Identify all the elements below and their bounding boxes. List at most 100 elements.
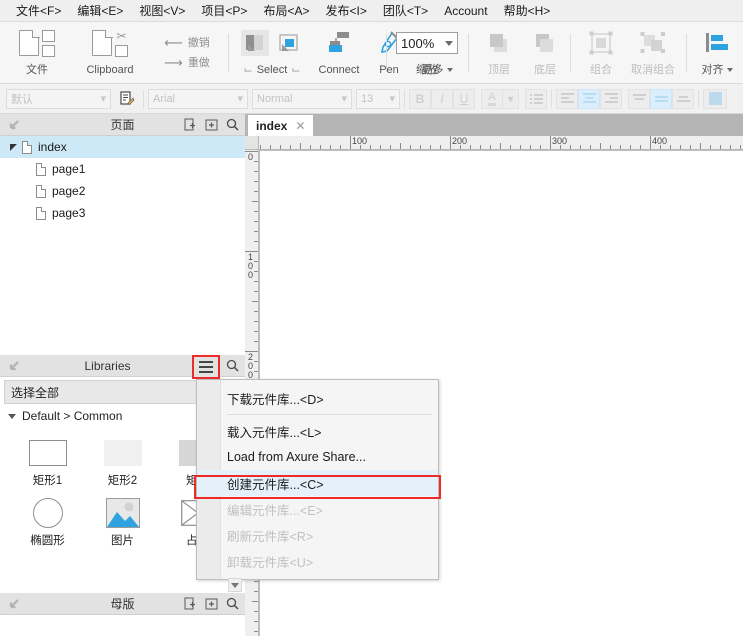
toolbar-back-group[interactable]: 底层 xyxy=(522,22,568,84)
widget-item[interactable]: 矩形1 xyxy=(10,434,85,494)
menu-create-library[interactable]: 创建元件库...<C> xyxy=(197,470,438,496)
menu-file[interactable]: 文件<F> xyxy=(8,0,69,21)
expand-triangle-icon[interactable] xyxy=(6,143,20,152)
toolbar-align-group[interactable]: 对齐 xyxy=(694,22,740,84)
style-select[interactable]: 默认 ▾ xyxy=(6,88,111,109)
chevron-down-icon xyxy=(231,582,239,588)
masters-search-icon[interactable] xyxy=(226,597,239,611)
fill-color-button[interactable] xyxy=(703,88,727,109)
widget-item[interactable]: 矩形2 xyxy=(85,434,160,494)
menu-team[interactable]: 团队<T> xyxy=(375,0,436,21)
libraries-search-icon[interactable] xyxy=(226,359,239,373)
menu-publish[interactable]: 发布<I> xyxy=(317,0,374,21)
paste-icon[interactable] xyxy=(92,29,113,56)
font-weight-select[interactable]: Normal ▾ xyxy=(252,88,352,109)
menu-load-library[interactable]: 载入元件库...<L> xyxy=(197,418,438,444)
ruler-tick xyxy=(254,221,258,222)
toolbar-connect-real[interactable] xyxy=(252,22,308,84)
open-folder-icon[interactable] xyxy=(42,44,55,57)
rectangle-light-icon xyxy=(103,434,142,472)
library-menu-button[interactable] xyxy=(194,357,218,377)
copy-icon[interactable] xyxy=(115,44,128,57)
ruler-tick xyxy=(254,171,258,172)
send-to-back-icon xyxy=(536,34,553,52)
ruler-tick xyxy=(690,145,691,149)
menu-edit[interactable]: 编辑<E> xyxy=(69,0,131,21)
search-icon[interactable] xyxy=(226,118,239,132)
zoom-select[interactable]: 100% xyxy=(396,32,458,54)
ruler-label: 200 xyxy=(247,352,253,380)
canvas-tab-index[interactable]: index ✕ xyxy=(248,115,314,136)
new-file-icon[interactable] xyxy=(19,29,40,56)
toolbar-connect-group-main[interactable]: Connect xyxy=(312,22,366,84)
font-size-select[interactable]: 13 ▾ xyxy=(356,88,400,109)
collapse-arrow-icon[interactable] xyxy=(8,598,20,610)
add-master-icon[interactable] xyxy=(184,597,197,611)
ruler-tick xyxy=(420,145,421,149)
toolbar-group-group[interactable]: 组合 xyxy=(578,22,624,84)
menu-help[interactable]: 帮助<H> xyxy=(496,0,559,21)
menu-download-library[interactable]: 下载元件库...<D> xyxy=(197,385,438,411)
tree-item-page1[interactable]: page1 xyxy=(0,158,245,180)
font-family-select[interactable]: Arial ▾ xyxy=(148,88,248,109)
collapse-arrow-icon[interactable] xyxy=(8,119,20,131)
ruler-tick xyxy=(254,321,258,322)
redo-arrow-icon: ⟶ xyxy=(164,55,183,70)
align-left-button[interactable] xyxy=(556,88,578,109)
page-file-icon xyxy=(36,162,46,176)
page-file-icon xyxy=(36,206,46,220)
ruler-tick xyxy=(520,145,521,149)
save-icon[interactable] xyxy=(42,29,55,42)
style-editor-icon[interactable] xyxy=(115,90,139,107)
ruler-tick xyxy=(510,145,511,149)
add-master-folder-icon[interactable] xyxy=(205,597,218,611)
ruler-corner xyxy=(245,136,259,150)
italic-button[interactable]: I xyxy=(431,88,453,109)
add-page-icon[interactable] xyxy=(184,118,197,132)
toolbar-ungroup-group[interactable]: 取消组合 xyxy=(624,22,682,84)
menu-view[interactable]: 视图<V> xyxy=(131,0,193,21)
redo-button[interactable]: ⟶ 重做 xyxy=(164,55,210,71)
toolbar-align-label: 对齐 xyxy=(701,64,724,76)
menu-load-from-axure-share[interactable]: Load from Axure Share... xyxy=(197,444,438,470)
tree-item-index[interactable]: index xyxy=(0,136,245,158)
ruler-tick xyxy=(260,145,261,149)
toolbar-zoom-group[interactable]: 100% 缩放 xyxy=(392,22,462,84)
cut-scissors-icon[interactable]: ✂ xyxy=(115,29,128,43)
align-right-button[interactable] xyxy=(600,88,622,109)
tree-item-page2[interactable]: page2 xyxy=(0,180,245,202)
menu-account[interactable]: Account xyxy=(436,2,495,20)
add-folder-icon[interactable] xyxy=(205,118,218,132)
toolbar-back-label: 底层 xyxy=(534,64,556,76)
bold-button[interactable]: B xyxy=(409,88,431,109)
menu-layout[interactable]: 布局<A> xyxy=(255,0,317,21)
menu-project[interactable]: 项目<P> xyxy=(193,0,255,21)
menu-separator xyxy=(227,414,432,415)
ruler-tick xyxy=(740,145,741,149)
ruler-tick xyxy=(290,145,291,149)
chevron-down-icon[interactable] xyxy=(8,413,16,419)
libraries-scroll-down-button[interactable] xyxy=(228,578,242,592)
valign-bottom-button[interactable] xyxy=(672,88,694,109)
toolbar-clipboard-group[interactable]: ✂ Clipboard xyxy=(72,22,148,84)
font-color-button[interactable]: A xyxy=(481,88,503,109)
collapse-arrow-icon[interactable] xyxy=(8,360,20,372)
valign-middle-button[interactable] xyxy=(650,88,672,109)
undo-button[interactable]: ⟵ 撤销 xyxy=(164,35,210,51)
font-color-caret[interactable]: ▾ xyxy=(503,88,519,109)
valign-top-button[interactable] xyxy=(628,88,650,109)
toolbar-front-group[interactable]: 顶层 xyxy=(476,22,522,84)
ruler-tick xyxy=(500,143,501,149)
font-family-value: Arial xyxy=(153,92,176,105)
ruler-tick xyxy=(600,143,601,149)
widget-item[interactable]: 图片 xyxy=(85,494,160,554)
widget-item[interactable]: 椭圆形 xyxy=(10,494,85,554)
close-icon[interactable]: ✕ xyxy=(295,119,305,133)
ruler-tick xyxy=(400,143,401,149)
ruler-tick xyxy=(310,145,311,149)
align-center-button[interactable] xyxy=(578,88,600,109)
underline-button[interactable]: U xyxy=(453,88,475,109)
toolbar-file-group[interactable]: 文件 xyxy=(6,22,68,84)
list-button[interactable] xyxy=(525,88,547,109)
tree-item-page3[interactable]: page3 xyxy=(0,202,245,224)
